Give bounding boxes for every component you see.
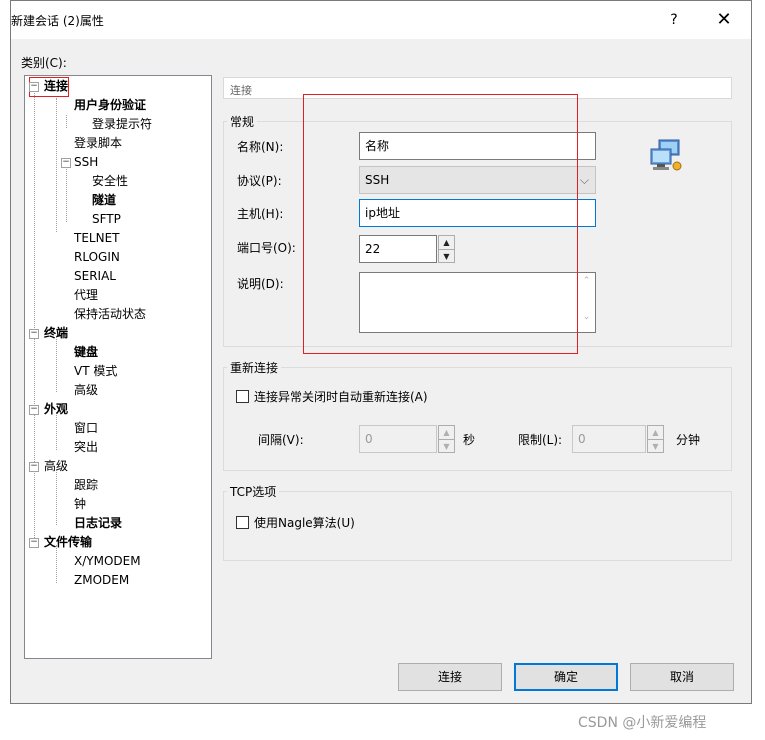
interval-input[interactable]: 0 bbox=[359, 425, 437, 453]
tree-item-connection[interactable]: 连接 bbox=[44, 77, 68, 95]
tree-item-keyboard[interactable]: 键盘 bbox=[74, 343, 98, 361]
limit-unit: 分钟 bbox=[676, 433, 701, 447]
description-scrollbar[interactable]: ⌃ ⌄ bbox=[578, 273, 595, 332]
interval-label: 间隔(V): bbox=[258, 433, 304, 447]
tree-item-security[interactable]: 安全性 bbox=[92, 172, 128, 190]
tree-guide bbox=[66, 115, 67, 128]
nagle-checkbox[interactable] bbox=[236, 516, 249, 529]
tree-item-advanced[interactable]: 高级 bbox=[44, 457, 68, 475]
host-label: 主机(H): bbox=[237, 207, 284, 221]
tree-item-ssh[interactable]: SSH bbox=[74, 153, 98, 171]
close-button[interactable]: ✕ bbox=[711, 7, 737, 33]
highlight-box bbox=[303, 94, 578, 354]
watermark: CSDN @小新爱编程 bbox=[578, 715, 707, 731]
title-bar: 新建会话 (2)属性 ? ✕ bbox=[11, 1, 751, 39]
collapse-icon[interactable]: − bbox=[29, 462, 39, 472]
interval-unit: 秒 bbox=[463, 433, 476, 447]
collapse-icon[interactable]: − bbox=[29, 538, 39, 548]
reconnect-group bbox=[223, 367, 732, 471]
tree-item-serial[interactable]: SERIAL bbox=[74, 267, 116, 285]
general-group-title: 常规 bbox=[227, 113, 258, 130]
auto-reconnect-label: 连接异常关闭时自动重新连接(A) bbox=[254, 390, 428, 404]
description-label: 说明(D): bbox=[237, 277, 284, 291]
category-tree[interactable]: − 连接 用户身份验证 登录提示符 登录脚本 − SSH 安全性 隧道 SFTP… bbox=[24, 75, 212, 659]
tree-item-vt-mode[interactable]: VT 模式 bbox=[74, 362, 117, 380]
port-label: 端口号(O): bbox=[237, 241, 296, 255]
tree-item-tunnel[interactable]: 隧道 bbox=[92, 191, 116, 209]
limit-input[interactable]: 0 bbox=[572, 425, 646, 453]
tree-item-bell[interactable]: 钟 bbox=[74, 495, 86, 513]
tree-item-appearance[interactable]: 外观 bbox=[44, 400, 68, 418]
tree-item-sftp[interactable]: SFTP bbox=[92, 210, 121, 228]
interval-spinner[interactable]: ▲ ▼ bbox=[438, 425, 455, 453]
tree-guide bbox=[56, 336, 57, 392]
cancel-button[interactable]: 取消 bbox=[630, 663, 734, 691]
tree-guide bbox=[56, 469, 57, 525]
limit-label: 限制(L): bbox=[518, 433, 563, 447]
tree-item-zmodem[interactable]: ZMODEM bbox=[74, 571, 129, 589]
tree-item-rlogin[interactable]: RLOGIN bbox=[74, 248, 120, 266]
category-label: 类别(C): bbox=[21, 56, 67, 70]
tree-item-telnet[interactable]: TELNET bbox=[74, 229, 120, 247]
protocol-label: 协议(P): bbox=[237, 174, 282, 188]
chevron-down-icon: ⌵ bbox=[579, 173, 589, 187]
limit-spinner[interactable]: ▲ ▼ bbox=[647, 425, 664, 453]
spin-up-icon[interactable]: ▲ bbox=[648, 426, 663, 439]
tree-guide bbox=[56, 98, 57, 232]
tree-item-keepalive[interactable]: 保持活动状态 bbox=[74, 305, 146, 323]
tree-item-logging[interactable]: 日志记录 bbox=[74, 514, 122, 532]
spin-down-icon[interactable]: ▼ bbox=[439, 439, 454, 453]
panel-header-text: 连接 bbox=[230, 84, 252, 97]
tree-item-window[interactable]: 窗口 bbox=[74, 419, 98, 437]
tree-guide bbox=[34, 90, 35, 542]
collapse-icon[interactable]: − bbox=[29, 329, 39, 339]
tree-item-auth[interactable]: 用户身份验证 bbox=[74, 96, 146, 114]
tree-item-terminal[interactable]: 终端 bbox=[44, 324, 68, 342]
tree-item-proxy[interactable]: 代理 bbox=[74, 286, 98, 304]
nagle-label: 使用Nagle算法(U) bbox=[254, 516, 355, 530]
scroll-up-icon[interactable]: ⌃ bbox=[578, 276, 595, 286]
tree-item-xymodem[interactable]: X/YMODEM bbox=[74, 552, 141, 570]
properties-dialog: 新建会话 (2)属性 ? ✕ 类别(C): − 连接 用户身份验证 登录提示符 … bbox=[10, 0, 752, 704]
auto-reconnect-checkbox[interactable] bbox=[236, 390, 249, 403]
help-button[interactable]: ? bbox=[661, 7, 687, 33]
network-computer-icon bbox=[649, 137, 687, 175]
scroll-down-icon[interactable]: ⌄ bbox=[578, 312, 595, 322]
collapse-icon[interactable]: − bbox=[61, 158, 71, 168]
tcp-group-title: TCP选项 bbox=[227, 483, 280, 500]
tree-item-highlight[interactable]: 突出 bbox=[74, 438, 98, 456]
tree-item-trace[interactable]: 跟踪 bbox=[74, 476, 98, 494]
tree-item-terminal-advanced[interactable]: 高级 bbox=[74, 381, 98, 399]
spin-up-icon[interactable]: ▲ bbox=[439, 426, 454, 439]
reconnect-group-title: 重新连接 bbox=[227, 359, 282, 376]
spin-down-icon[interactable]: ▼ bbox=[648, 439, 663, 453]
tree-item-login-script[interactable]: 登录脚本 bbox=[74, 134, 122, 152]
connect-button[interactable]: 连接 bbox=[398, 663, 502, 691]
window-title: 新建会话 (2)属性 bbox=[11, 14, 104, 28]
tree-guide bbox=[66, 166, 67, 222]
tree-item-login-prompt[interactable]: 登录提示符 bbox=[92, 115, 152, 133]
collapse-icon[interactable]: − bbox=[29, 405, 39, 415]
name-label: 名称(N): bbox=[237, 140, 284, 154]
tree-item-file-transfer[interactable]: 文件传输 bbox=[44, 533, 92, 551]
collapse-icon[interactable]: − bbox=[29, 82, 39, 92]
ok-button[interactable]: 确定 bbox=[514, 663, 618, 691]
